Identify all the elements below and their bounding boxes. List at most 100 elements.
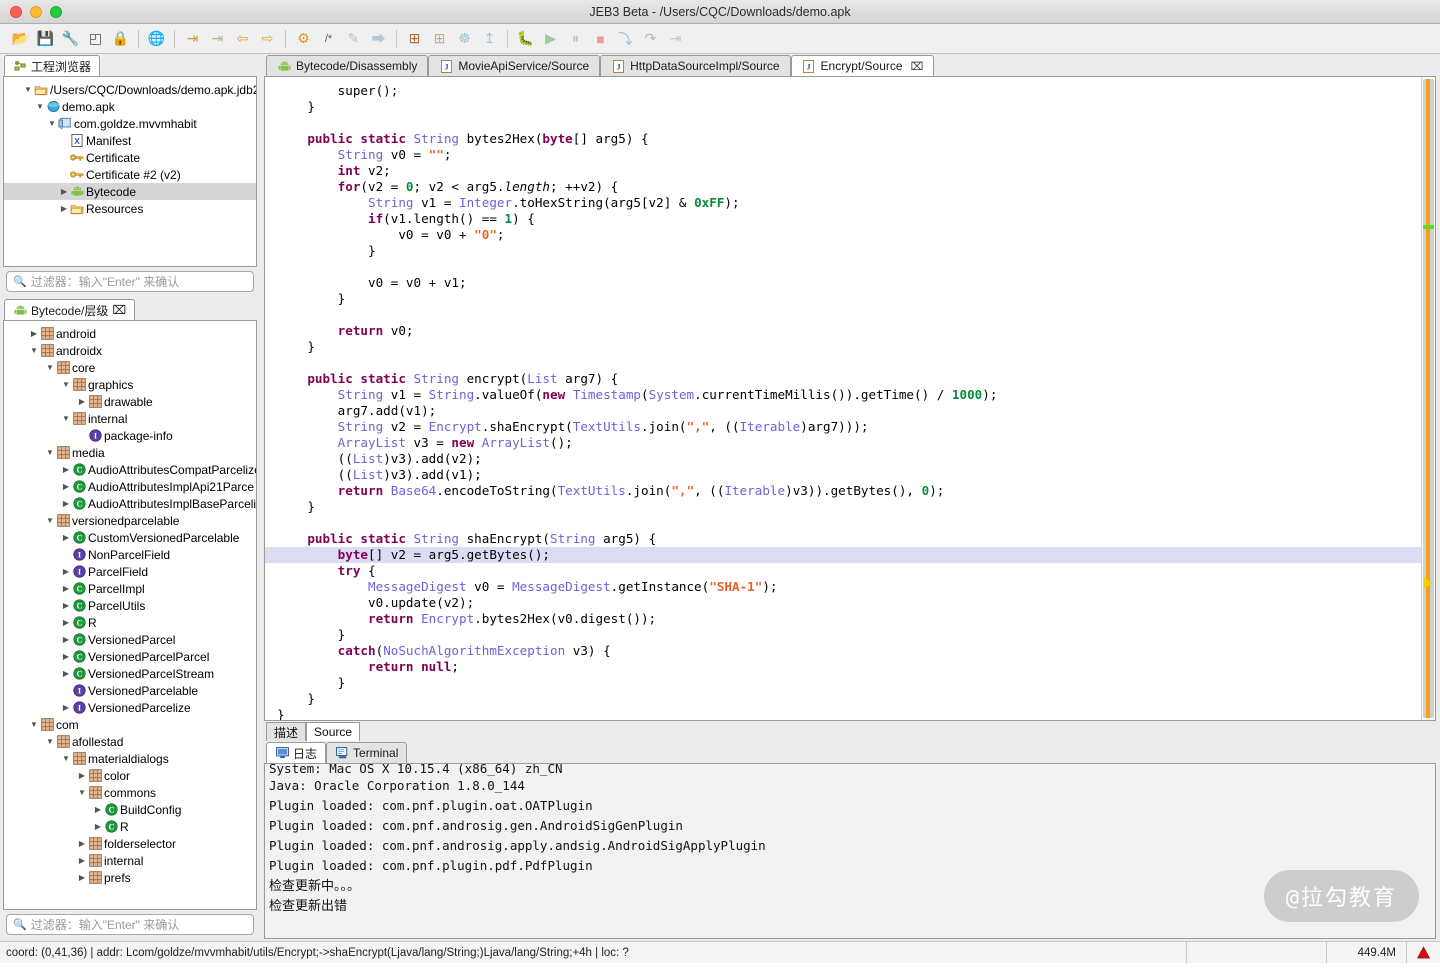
chevron-right-icon[interactable]: ▶ (60, 703, 72, 712)
code-line[interactable]: ArrayList v3 = new ArrayList(); (265, 435, 1421, 451)
chevron-right-icon[interactable]: ▶ (28, 329, 40, 338)
chevron-down-icon[interactable]: ▼ (44, 737, 56, 746)
code-line[interactable]: } (265, 691, 1421, 707)
chevron-right-icon[interactable]: ▶ (60, 601, 72, 610)
lock-icon[interactable]: 🔒 (108, 27, 133, 51)
tree-node[interactable]: ▶ C BuildConfig (4, 801, 256, 818)
code-line[interactable]: String v0 = ""; (265, 147, 1421, 163)
code-line[interactable]: MessageDigest v0 = MessageDigest.getInst… (265, 579, 1421, 595)
chevron-right-icon[interactable]: ▶ (60, 652, 72, 661)
code-line[interactable]: int v2; (265, 163, 1421, 179)
chevron-down-icon[interactable]: ▼ (22, 85, 34, 94)
editor-tab-2[interactable]: J HttpDataSourceImpl/Source (600, 55, 791, 76)
code-line[interactable]: v0 = v0 + v1; (265, 275, 1421, 291)
tree-node[interactable]: ▶ C AudioAttributesImplApi21Parce (4, 478, 256, 495)
code-line[interactable] (265, 307, 1421, 323)
code-view[interactable]: super(); } public static String bytes2He… (265, 77, 1421, 720)
globe-icon[interactable]: 🌐 (144, 27, 169, 51)
step-into-icon[interactable]: ⤵ (613, 27, 638, 51)
code-line[interactable]: } (265, 627, 1421, 643)
chevron-right-icon[interactable]: ▶ (60, 465, 72, 474)
editor-tab-0[interactable]: Bytecode/Disassembly (266, 55, 429, 76)
tree-node[interactable]: ▶ C AudioAttributesCompatParcelize (4, 461, 256, 478)
chevron-right-icon[interactable]: ▶ (76, 873, 88, 882)
tree-node[interactable]: ▶ color (4, 767, 256, 784)
tree-node[interactable]: ▼ commons (4, 784, 256, 801)
code-line[interactable]: } (265, 99, 1421, 115)
comment-icon[interactable]: /* (316, 27, 341, 51)
code-line[interactable]: return Base64.encodeToString(TextUtils.j… (265, 483, 1421, 499)
code-line[interactable]: } (265, 339, 1421, 355)
code-line[interactable]: if(v1.length() == 1) { (265, 211, 1421, 227)
chevron-right-icon[interactable]: ▶ (58, 204, 70, 213)
tree-node[interactable]: ▼ graphics (4, 376, 256, 393)
tree-node[interactable]: ▼ androidx (4, 342, 256, 359)
code-line[interactable]: for(v2 = 0; v2 < arg5.length; ++v2) { (265, 179, 1421, 195)
warning-triangle-icon[interactable] (1406, 942, 1440, 963)
stop-icon[interactable]: ■ (588, 27, 613, 51)
editor-bottom-tab-0[interactable]: 描述 (266, 722, 307, 741)
code-line[interactable]: ((List)v3).add(v1); (265, 467, 1421, 483)
tree-node[interactable]: · Certificate #2 (v2) (4, 166, 256, 183)
chevron-right-icon[interactable]: ▶ (60, 669, 72, 678)
code-line[interactable]: } (265, 675, 1421, 691)
chevron-right-icon[interactable]: ▶ (60, 482, 72, 491)
chevron-down-icon[interactable]: ▼ (28, 720, 40, 729)
code-line[interactable] (265, 259, 1421, 275)
tree-node[interactable]: ▶ Resources (4, 200, 256, 217)
code-line[interactable]: v0.update(v2); (265, 595, 1421, 611)
chevron-down-icon[interactable]: ▼ (44, 448, 56, 457)
chevron-down-icon[interactable]: ▼ (44, 516, 56, 525)
wrench-icon[interactable]: 🔧 (58, 27, 83, 51)
chevron-down-icon[interactable]: ▼ (28, 346, 40, 355)
chevron-right-icon[interactable]: ▶ (60, 618, 72, 627)
tree-node[interactable]: ▶ C R (4, 614, 256, 631)
back-arrow-icon[interactable]: ⇦ (230, 27, 255, 51)
code-line[interactable]: public static String shaEncrypt(String a… (265, 531, 1421, 547)
chevron-down-icon[interactable]: ▼ (34, 102, 46, 111)
close-icon[interactable]: ⌧ (911, 60, 924, 73)
tree-node[interactable]: ▶ internal (4, 852, 256, 869)
decompile-icon[interactable]: ⚙ (291, 27, 316, 51)
code-line[interactable]: } (265, 291, 1421, 307)
editor-bottom-tab-1[interactable]: Source (306, 722, 361, 741)
code-line[interactable] (265, 515, 1421, 531)
grid-alt-icon[interactable]: ⊞ (427, 27, 452, 51)
chevron-right-icon[interactable]: ▶ (60, 584, 72, 593)
tree-node[interactable]: · Certificate (4, 149, 256, 166)
chevron-right-icon[interactable]: ▶ (92, 805, 104, 814)
code-line[interactable]: String v1 = Integer.toHexString(arg5[v2]… (265, 195, 1421, 211)
tab-bytecode-hierarchy[interactable]: Bytecode/层级 ⌧ (4, 299, 136, 320)
tree-node[interactable]: ▶ C ParcelImpl (4, 580, 256, 597)
pause-icon[interactable]: ⏸ (563, 27, 588, 51)
code-line[interactable]: v0 = v0 + "0"; (265, 227, 1421, 243)
export-icon[interactable]: ⮕ (366, 27, 391, 51)
run-icon[interactable]: ▶ (538, 27, 563, 51)
tree-node[interactable]: ▶ C AudioAttributesImplBaseParceli (4, 495, 256, 512)
bytecode-hierarchy-tree[interactable]: ▶ android ▼ androidx ▼ core ▼ graphics ▶ drawable… (3, 320, 257, 910)
tree-node[interactable]: ▼ com.goldze.mvvmhabit (4, 115, 256, 132)
goto-address-icon[interactable]: ⇥ (180, 27, 205, 51)
chevron-down-icon[interactable]: ▼ (60, 414, 72, 423)
code-line[interactable]: ((List)v3).add(v2); (265, 451, 1421, 467)
code-line[interactable] (265, 355, 1421, 371)
code-line[interactable]: } (265, 243, 1421, 259)
tree-node[interactable]: ▶ prefs (4, 869, 256, 886)
chevron-down-icon[interactable]: ▼ (46, 119, 58, 128)
tree-node[interactable]: ▶ Bytecode (4, 183, 256, 200)
editor-tab-1[interactable]: J MovieApiService/Source (428, 55, 601, 76)
chevron-right-icon[interactable]: ▶ (60, 635, 72, 644)
goto-document-icon[interactable]: ⇥ (205, 27, 230, 51)
tree-node[interactable]: ▶ folderselector (4, 835, 256, 852)
tree-node[interactable]: ▶ I ParcelField (4, 563, 256, 580)
tab-project-explorer[interactable]: 工程浏览器 (4, 55, 101, 76)
overview-ruler[interactable] (1421, 77, 1435, 720)
tree-node[interactable]: ▶ C CustomVersionedParcelable (4, 529, 256, 546)
chevron-right-icon[interactable]: ▶ (60, 499, 72, 508)
tree-node[interactable]: ▼ materialdialogs (4, 750, 256, 767)
hierarchy-icon[interactable]: ↥ (477, 27, 502, 51)
project-filter-input[interactable]: 🔍 过滤器：输入"Enter" 来确认 (6, 271, 254, 292)
chevron-down-icon[interactable]: ▼ (44, 363, 56, 372)
tree-node[interactable]: ▶ C VersionedParcelStream (4, 665, 256, 682)
project-explorer-tree[interactable]: ▼ /Users/CQC/Downloads/demo.apk.jdb2 ▼ demo… (3, 76, 257, 267)
